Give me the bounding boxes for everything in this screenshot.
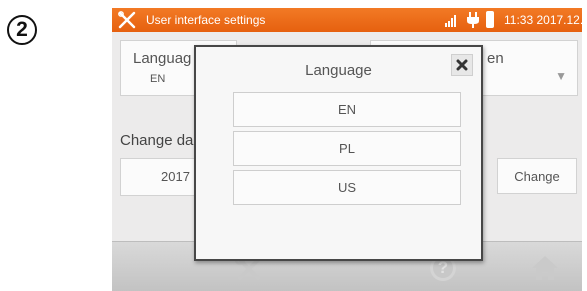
step-number-badge: 2 — [7, 15, 37, 45]
language-dialog: Language EN PL US — [194, 45, 483, 261]
language-option-en[interactable]: EN — [233, 92, 461, 127]
status-clock: 11:33 2017.12.06 — [504, 13, 582, 27]
language-setting-value: EN — [150, 73, 166, 85]
language-option-us[interactable]: US — [233, 170, 461, 205]
setting-tile-right-label: en — [487, 50, 504, 67]
language-setting-label: Languag — [133, 50, 192, 67]
close-dialog-button[interactable] — [451, 54, 473, 76]
home-icon[interactable] — [530, 253, 560, 283]
language-option-pl[interactable]: PL — [233, 131, 461, 166]
plug-icon — [467, 12, 479, 28]
change-date-label: Change da — [120, 132, 194, 149]
change-date-button[interactable]: Change — [497, 158, 577, 194]
date-value: 2017 — [161, 169, 190, 184]
close-icon — [456, 59, 468, 71]
dialog-title: Language — [305, 62, 372, 79]
status-bar: User interface settings 11:33 2017.12.06 — [112, 8, 582, 32]
battery-icon — [486, 11, 494, 28]
tools-icon — [118, 11, 136, 29]
chevron-down-icon[interactable]: ▼ — [555, 69, 567, 83]
status-bar-title: User interface settings — [146, 13, 266, 27]
signal-icon — [445, 15, 456, 27]
